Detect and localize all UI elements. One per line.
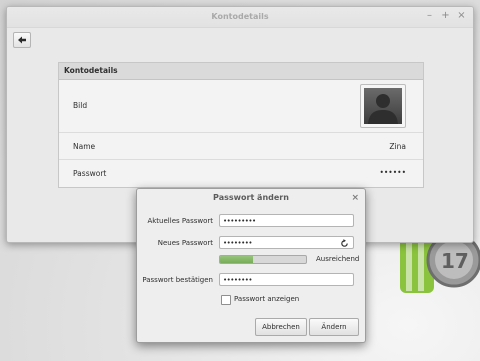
new-password-value: •••••••• (223, 239, 253, 247)
password-strength-fill (220, 256, 253, 263)
change-button[interactable]: Ändern (309, 318, 359, 336)
password-strength-label: Ausreichend (316, 255, 360, 263)
toolbar (7, 28, 473, 50)
generate-password-icon[interactable] (340, 239, 349, 248)
password-strength-bar (219, 255, 307, 264)
name-value: Zina (389, 142, 406, 151)
show-password-checkbox[interactable] (221, 295, 231, 305)
cancel-button[interactable]: Abbrechen (255, 318, 307, 336)
row-password[interactable]: Passwort •••••• (59, 160, 423, 186)
change-password-dialog: Passwort ändern × Aktuelles Passwort •••… (136, 188, 366, 343)
name-label: Name (73, 142, 96, 151)
dialog-titlebar[interactable]: Passwort ändern × (137, 189, 365, 207)
show-password-label[interactable]: Passwort anzeigen (234, 295, 299, 303)
current-password-label: Aktuelles Passwort (147, 217, 213, 225)
dialog-title: Passwort ändern (213, 193, 289, 202)
back-button[interactable] (13, 32, 31, 48)
dialog-close-button[interactable]: × (351, 189, 359, 207)
window-titlebar[interactable]: Kontodetails – + × (7, 7, 473, 28)
password-label: Passwort (73, 169, 107, 178)
avatar-button[interactable] (360, 84, 406, 128)
avatar (364, 88, 402, 124)
confirm-password-field[interactable]: •••••••• (219, 273, 354, 286)
maximize-button[interactable]: + (441, 10, 450, 22)
window-title: Kontodetails (211, 12, 269, 21)
new-password-field[interactable]: •••••••• (219, 236, 354, 249)
svg-text:17: 17 (441, 249, 469, 273)
current-password-field[interactable]: ••••••••• (219, 214, 354, 227)
panel-heading: Kontodetails (59, 63, 423, 80)
row-name[interactable]: Name Zina (59, 133, 423, 160)
password-value: •••••• (379, 168, 406, 177)
account-details-panel: Kontodetails Bild Name Zina Passwort •••… (58, 62, 424, 188)
row-picture: Bild (59, 80, 423, 133)
picture-label: Bild (73, 101, 88, 110)
new-password-label: Neues Passwort (157, 239, 213, 247)
back-arrow-icon (18, 36, 26, 44)
minimize-button[interactable]: – (425, 10, 434, 22)
confirm-password-label: Passwort bestätigen (142, 276, 213, 284)
close-button[interactable]: × (457, 10, 466, 22)
user-silhouette-icon (368, 94, 398, 124)
